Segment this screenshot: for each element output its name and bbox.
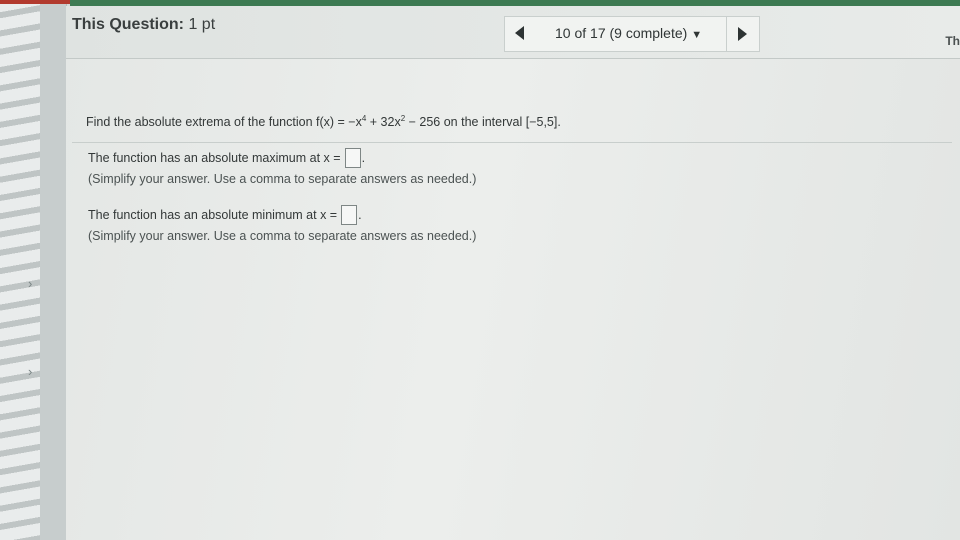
- question-label: This Question:: [72, 16, 184, 33]
- chevron-right-icon[interactable]: ›: [28, 364, 32, 379]
- min-answer-input[interactable]: [341, 205, 358, 225]
- problem-text-prefix: Find the absolute extrema of the functio…: [86, 115, 362, 130]
- max-answer-block: The function has an absolute maximum at …: [88, 148, 476, 186]
- max-answer-input[interactable]: [344, 148, 361, 168]
- progress-text: 10 of 17 (9 complete): [555, 25, 688, 41]
- corner-link[interactable]: Th: [945, 34, 960, 48]
- min-answer-block: The function has an absolute minimum at …: [88, 205, 476, 243]
- question-progress-dropdown[interactable]: 10 of 17 (9 complete) ▼: [555, 25, 702, 41]
- points-value: 1 pt: [188, 16, 216, 33]
- question-panel: This Question: 1 pt 10 of 17 (9 complete…: [66, 6, 960, 540]
- triangle-right-icon: [738, 27, 747, 41]
- max-answer-label: The function has an absolute maximum at …: [88, 151, 341, 165]
- question-navigator: 10 of 17 (9 complete) ▼: [504, 16, 756, 52]
- triangle-left-icon[interactable]: [515, 26, 524, 40]
- screen: › › This Question: 1 pt 10 of 17 (9 comp…: [0, 0, 960, 540]
- min-answer-label: The function has an absolute minimum at …: [88, 208, 338, 222]
- triangle-down-icon[interactable]: ▼: [691, 29, 702, 41]
- problem-text-suffix: − 256 on the interval [−5,5].: [405, 115, 561, 130]
- question-header: This Question: 1 pt 10 of 17 (9 complete…: [66, 6, 960, 59]
- question-points: This Question: 1 pt: [72, 16, 215, 34]
- problem-text-mid: + 32x: [366, 115, 401, 130]
- top-accent-red: [0, 0, 70, 4]
- problem-statement: Find the absolute extrema of the functio…: [86, 114, 561, 129]
- min-answer-hint: (Simplify your answer. Use a comma to se…: [88, 229, 477, 243]
- next-question-button[interactable]: [726, 16, 760, 52]
- left-sidebar: › ›: [28, 0, 67, 540]
- divider: [72, 142, 952, 143]
- chevron-right-icon[interactable]: ›: [28, 276, 32, 291]
- max-answer-hint: (Simplify your answer. Use a comma to se…: [88, 172, 477, 186]
